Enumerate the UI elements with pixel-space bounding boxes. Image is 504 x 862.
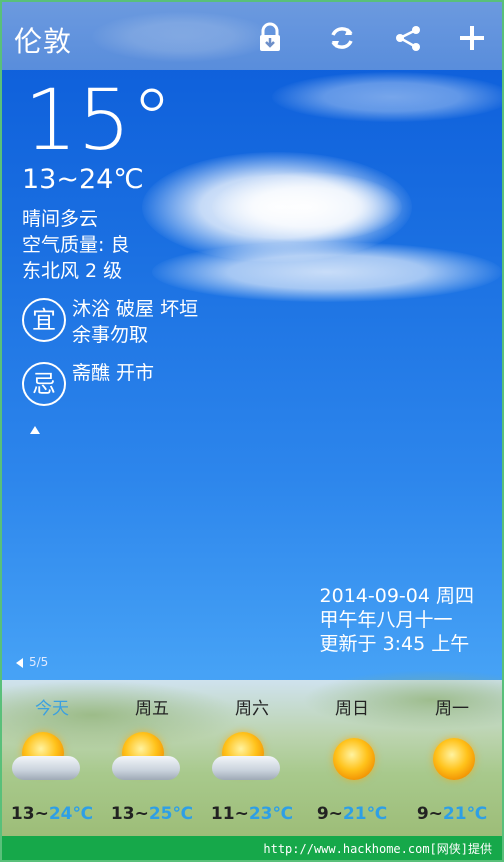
forecast-temp: 11~23℃	[202, 804, 302, 824]
cloud-shape	[272, 72, 502, 122]
forecast-day-label: 周六	[235, 699, 269, 719]
watermark-text: http://www.hackhome.com[网侠]提供	[263, 842, 492, 856]
good-for-badge: 宜	[22, 298, 66, 342]
current-temperature: 15°	[24, 71, 173, 169]
forecast-high: 21℃	[342, 804, 388, 824]
forecast-high: 24℃	[48, 804, 94, 824]
forecast-low: 13~	[110, 804, 149, 824]
forecast-temp: 9~21℃	[302, 804, 402, 824]
good-for-line-2: 余事勿取	[72, 324, 149, 346]
forecast-day[interactable]: 周六 11~23℃	[202, 680, 302, 836]
good-for-line-1: 沐浴 破屋 坏垣	[72, 298, 199, 320]
page-indicator[interactable]: 5/5	[16, 655, 48, 669]
update-time-text: 更新于 3:45 上午	[319, 633, 470, 655]
forecast-temp: 9~21℃	[402, 804, 502, 824]
lunar-date-text: 甲午年八月十一	[319, 609, 453, 631]
cloud-shape	[112, 756, 180, 780]
cloud-shape	[152, 242, 502, 302]
forecast-temp: 13~25℃	[102, 804, 202, 824]
forecast-day-label: 今天	[35, 699, 69, 719]
cloud-shape	[212, 756, 280, 780]
refresh-icon[interactable]	[326, 22, 358, 54]
date-info-block: 2014-09-04 周四 甲午年八月十一 更新于 3:45 上午	[320, 584, 474, 656]
forecast-low: 11~	[210, 804, 249, 824]
forecast-high: 25℃	[148, 804, 194, 824]
forecast-day[interactable]: 周日 9~21℃	[302, 680, 402, 836]
forecast-day[interactable]: 周五 13~25℃	[102, 680, 202, 836]
app-frame: 伦敦 15° 13~24℃ 晴间多云 空气质量: 良 东北风 2 级 宜 沐浴 …	[0, 0, 504, 862]
page-count: 5/5	[29, 655, 49, 669]
forecast-day-label: 周一	[435, 699, 469, 719]
avoid-badge: 忌	[22, 362, 66, 406]
forecast-day[interactable]: 周一 9~21℃	[402, 680, 502, 836]
cloud-shape	[12, 756, 80, 780]
city-name[interactable]: 伦敦	[14, 20, 72, 60]
forecast-day-label: 周日	[335, 699, 369, 719]
lock-download-icon[interactable]	[254, 22, 286, 54]
top-bar: 伦敦	[2, 2, 502, 70]
forecast-day[interactable]: 今天 13~24℃	[2, 680, 102, 836]
forecast-temp: 13~24℃	[2, 804, 102, 824]
forecast-high: 23℃	[248, 804, 294, 824]
prev-page-icon[interactable]	[16, 657, 23, 668]
temperature-range: 13~24℃	[22, 164, 144, 195]
forecast-low: 9~	[316, 804, 343, 824]
cloud-shape	[212, 172, 402, 242]
forecast-low: 9~	[416, 804, 443, 824]
date-text: 2014-09-04 周四	[319, 585, 474, 607]
forecast-day-label: 周五	[135, 699, 169, 719]
expand-arrow-icon[interactable]	[30, 426, 40, 434]
watermark-footer: http://www.hackhome.com[网侠]提供	[2, 836, 502, 860]
weather-condition: 晴间多云	[22, 208, 99, 230]
forecast-low: 13~	[10, 804, 49, 824]
avoid-line-1: 斋醮 开市	[72, 362, 155, 384]
share-icon[interactable]	[392, 22, 424, 54]
wind-info: 东北风 2 级	[22, 260, 123, 282]
forecast-high: 21℃	[442, 804, 488, 824]
forecast-strip: 今天 13~24℃ 周五 13~25℃ 周六 11~23℃ 周日 9~21℃ 周…	[2, 670, 502, 836]
sun-shape	[333, 738, 375, 780]
add-icon[interactable]	[456, 22, 488, 54]
sun-shape	[433, 738, 475, 780]
air-quality: 空气质量: 良	[22, 234, 130, 256]
